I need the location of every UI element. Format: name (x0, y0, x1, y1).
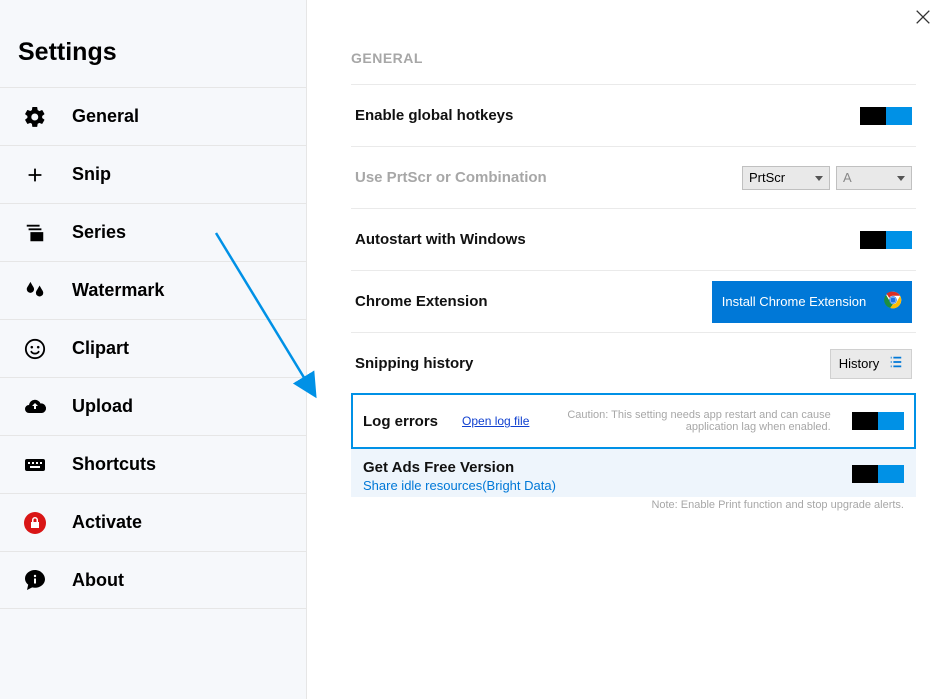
cloud-icon (22, 394, 48, 420)
sidebar-item-label: Watermark (72, 280, 164, 301)
toggle-hotkeys[interactable] (860, 107, 912, 125)
sidebar-item-activate[interactable]: Activate (0, 493, 306, 551)
setting-log-errors: Log errors Open log file Caution: This s… (351, 393, 916, 449)
gear-icon (22, 104, 48, 130)
history-button[interactable]: History (830, 349, 912, 379)
setting-label: Enable global hotkeys (355, 107, 513, 124)
list-icon (889, 355, 903, 372)
select-group: PrtScr A (742, 166, 912, 190)
setting-label: Snipping history (355, 355, 473, 372)
sidebar-item-label: Shortcuts (72, 454, 156, 475)
page-title: Settings (0, 38, 306, 87)
toggle-autostart[interactable] (860, 231, 912, 249)
stack-icon (22, 220, 48, 246)
sidebar-item-label: Series (72, 222, 126, 243)
lock-icon (22, 510, 48, 536)
main-panel: GENERAL Enable global hotkeys Use PrtScr… (307, 0, 946, 699)
chat-icon (22, 567, 48, 593)
smile-icon (22, 336, 48, 362)
chrome-icon (884, 291, 902, 312)
setting-label: Use PrtScr or Combination (355, 169, 547, 186)
keyboard-icon (22, 452, 48, 478)
setting-prtscr: Use PrtScr or Combination PrtScr A (351, 146, 916, 208)
sidebar-item-watermark[interactable]: Watermark (0, 261, 306, 319)
sidebar-item-label: Activate (72, 512, 142, 533)
setting-ads: Get Ads Free Version Share idle resource… (351, 449, 916, 497)
sidebar-item-label: General (72, 106, 139, 127)
setting-label: Get Ads Free Version (363, 459, 556, 476)
setting-hotkeys: Enable global hotkeys (351, 84, 916, 146)
sidebar-item-general[interactable]: General (0, 87, 306, 145)
drops-icon (22, 278, 48, 304)
setting-autostart: Autostart with Windows (351, 208, 916, 270)
select-prtscr[interactable]: PrtScr (742, 166, 830, 190)
sidebar-item-shortcuts[interactable]: Shortcuts (0, 435, 306, 493)
sidebar-item-label: Upload (72, 396, 133, 417)
sidebar-item-snip[interactable]: Snip (0, 145, 306, 203)
setting-label: Log errors (363, 413, 438, 430)
ads-sublink[interactable]: Share idle resources(Bright Data) (363, 478, 556, 493)
setting-history: Snipping history History (351, 332, 916, 394)
toggle-log[interactable] (852, 412, 904, 430)
sidebar-item-clipart[interactable]: Clipart (0, 319, 306, 377)
button-label: Install Chrome Extension (722, 294, 867, 309)
log-caution: Caution: This setting needs app restart … (551, 409, 831, 433)
sidebar: Settings General Snip Series Watermark C… (0, 0, 307, 699)
sidebar-item-label: Snip (72, 164, 111, 185)
select-key[interactable]: A (836, 166, 912, 190)
sidebar-item-upload[interactable]: Upload (0, 377, 306, 435)
setting-label: Chrome Extension (355, 293, 488, 310)
setting-chrome: Chrome Extension Install Chrome Extensio… (351, 270, 916, 332)
plus-icon (22, 162, 48, 188)
open-log-link[interactable]: Open log file (462, 414, 529, 428)
sidebar-item-about[interactable]: About (0, 551, 306, 609)
sidebar-item-series[interactable]: Series (0, 203, 306, 261)
setting-label: Autostart with Windows (355, 231, 526, 248)
sidebar-item-label: Clipart (72, 338, 129, 359)
sidebar-item-label: About (72, 570, 124, 591)
ads-note: Note: Enable Print function and stop upg… (351, 497, 916, 511)
install-chrome-button[interactable]: Install Chrome Extension (712, 281, 912, 323)
section-header: GENERAL (351, 50, 916, 66)
button-label: History (839, 356, 879, 371)
close-button[interactable] (914, 8, 934, 28)
toggle-ads[interactable] (852, 465, 904, 483)
